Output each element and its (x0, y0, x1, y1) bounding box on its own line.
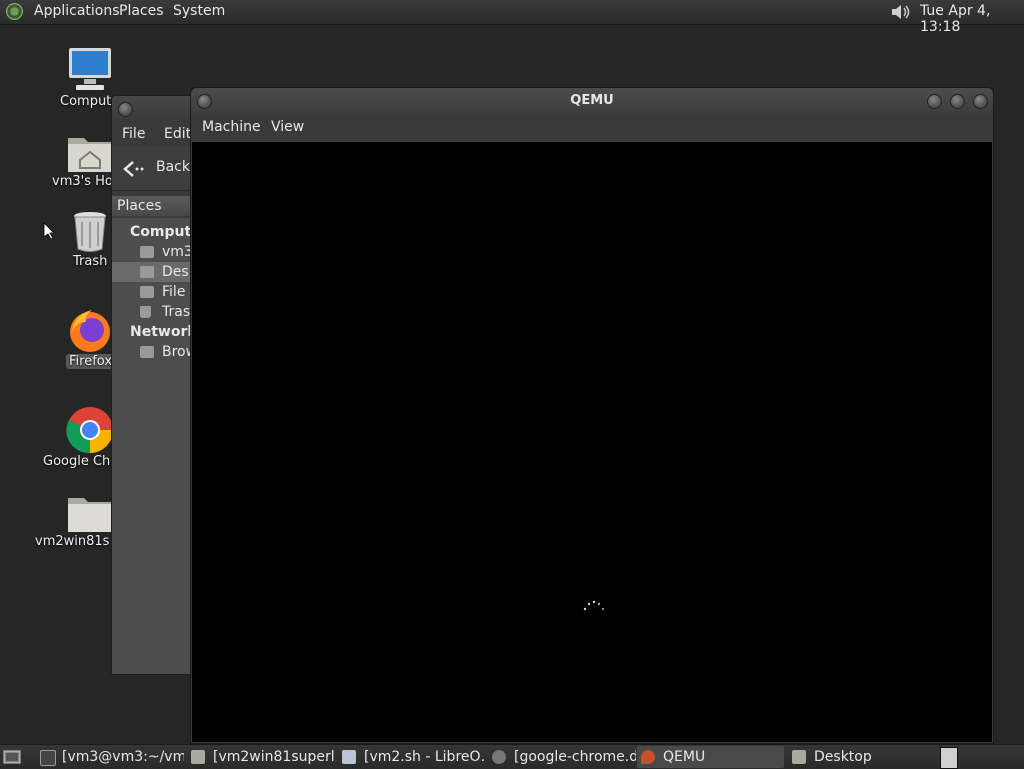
back-label: Back (156, 159, 190, 175)
sidebar-item-label: vm3 (162, 244, 193, 260)
desktop-icon-label: Trash (73, 254, 108, 269)
network-icon (140, 346, 154, 358)
desktop-icon-label: Google Chrome (43, 454, 113, 469)
file-menu[interactable]: File (122, 126, 145, 142)
file-manager-toolbar: Back (112, 146, 202, 191)
chrome-icon (492, 750, 506, 764)
folder-icon (68, 498, 112, 532)
taskbar-item-libreoffice[interactable]: [vm2.sh - LibreO… (338, 746, 486, 768)
sidebar-item-file-system[interactable]: File System (112, 282, 202, 302)
terminal-icon (40, 750, 56, 766)
taskbar-item-label: [vm2win81superlite] (213, 749, 335, 765)
taskbar-item-qemu[interactable]: QEMU (637, 746, 784, 768)
home-folder-icon (140, 246, 154, 258)
firefox-icon (70, 310, 110, 352)
qemu-menubar: Machine View (191, 114, 993, 141)
taskbar-item-label: Desktop (814, 749, 872, 765)
taskbar-item-google-chrome[interactable]: [google-chrome.d… (488, 746, 636, 768)
qemu-icon (641, 750, 655, 764)
back-arrow-icon (123, 161, 144, 177)
document-icon (342, 750, 356, 764)
taskbar-item-label: [vm3@vm3:~/vms] (62, 749, 184, 765)
taskbar-item-terminal[interactable]: [vm3@vm3:~/vms] (36, 746, 184, 768)
desktop-folder-icon (140, 266, 154, 278)
folder-icon (792, 750, 806, 764)
desktop-icon-label: Firefox (66, 354, 116, 369)
qemu-titlebar[interactable]: QEMU (191, 88, 993, 114)
distro-logo-icon[interactable] (6, 3, 23, 20)
taskbar-item-label: [vm2.sh - LibreO… (364, 749, 486, 765)
show-desktop-icon[interactable] (3, 749, 21, 764)
sidebar-item-browse-network[interactable]: Browse Network (112, 342, 202, 362)
desktop-icon-label: vm2win81superlite (35, 534, 110, 549)
applications-menu[interactable]: Applications (34, 3, 120, 19)
workspace-switcher[interactable] (940, 747, 958, 769)
machine-menu[interactable]: Machine (202, 119, 261, 135)
sidebar-item-trash[interactable]: Trash (112, 302, 202, 322)
places-sidebar: Computer vm3 Desktop File System Trash N… (112, 218, 202, 674)
vm-display[interactable] (192, 142, 992, 742)
taskbar-item-vm2win81superlite[interactable]: [vm2win81superlite] (187, 746, 335, 768)
taskbar-item-label: QEMU (663, 749, 706, 765)
loading-spinner-icon (583, 600, 605, 611)
window-title: QEMU (570, 93, 614, 108)
window-menu-button[interactable] (118, 102, 133, 117)
file-manager-titlebar[interactable] (112, 96, 202, 122)
system-menu[interactable]: System (173, 3, 225, 19)
computer-icon (69, 48, 111, 90)
close-button[interactable] (973, 94, 988, 109)
home-folder-icon (68, 138, 112, 172)
top-panel: Applications Places System Tue Apr 4, 13… (0, 0, 1024, 35)
folder-icon (191, 750, 205, 764)
maximize-button[interactable] (950, 94, 965, 109)
edit-menu[interactable]: Edit (164, 126, 191, 142)
bottom-panel: [vm3@vm3:~/vms] [vm2win81superlite] [vm2… (0, 744, 1024, 769)
speaker-icon[interactable] (889, 3, 913, 21)
trash-icon (140, 306, 151, 318)
view-menu[interactable]: View (271, 119, 304, 135)
back-button[interactable]: Back (120, 158, 200, 180)
minimize-button[interactable] (927, 94, 942, 109)
sidebar-item-vm3[interactable]: vm3 (112, 242, 202, 262)
taskbar-item-desktop[interactable]: Desktop (788, 746, 936, 768)
sidebar-item-desktop[interactable]: Desktop (112, 262, 202, 282)
drive-icon (140, 286, 154, 298)
qemu-window[interactable]: QEMU Machine View (190, 87, 994, 744)
trash-icon (74, 212, 106, 252)
mouse-cursor-icon (43, 222, 55, 240)
taskbar-item-label: [google-chrome.d… (514, 749, 636, 765)
chrome-icon (66, 407, 113, 454)
clock[interactable]: Tue Apr 4, 13:18 (920, 3, 1024, 35)
places-menu[interactable]: Places (119, 3, 164, 19)
